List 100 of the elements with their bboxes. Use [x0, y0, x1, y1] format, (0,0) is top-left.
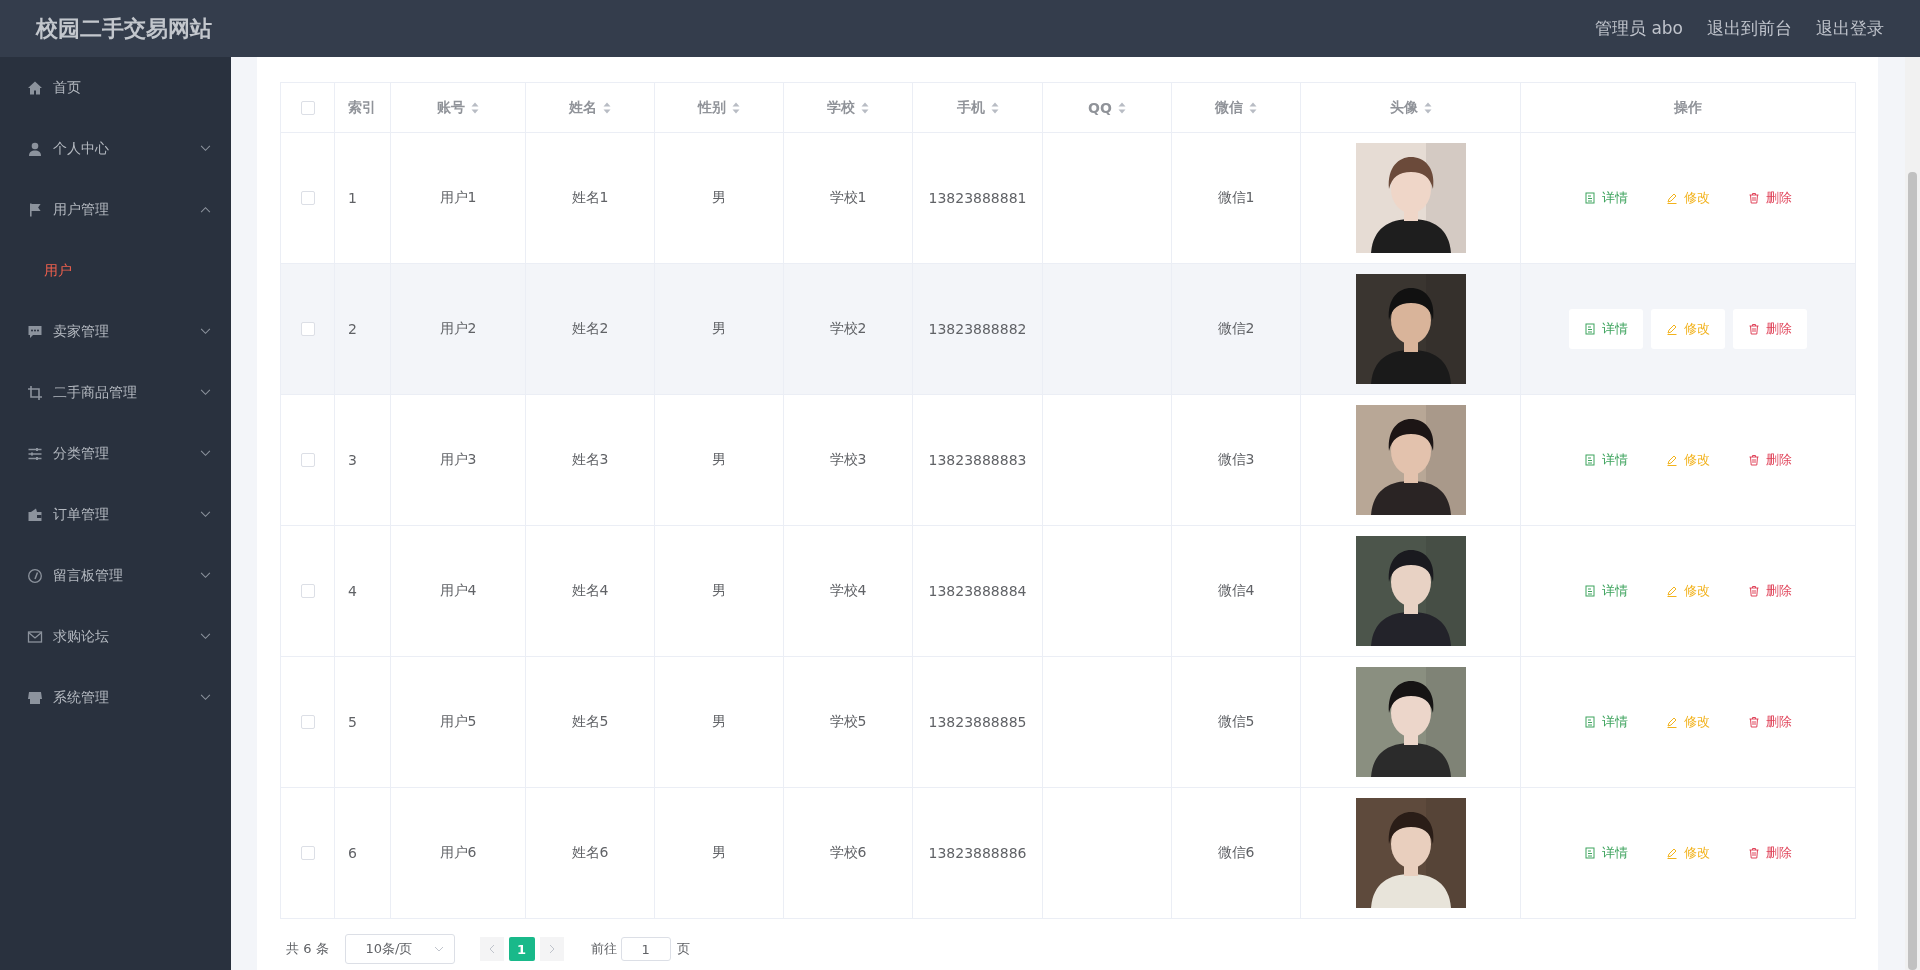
table-cell: 微信2 [1217, 320, 1255, 338]
table-cell: 1 [348, 190, 357, 206]
gauge-icon [27, 567, 43, 584]
menu-label: 留言板管理 [53, 566, 124, 585]
mail-icon [27, 628, 43, 645]
table-cell: 学校4 [829, 582, 867, 600]
menu-label: 卖家管理 [53, 322, 110, 341]
pencil-icon [1666, 192, 1678, 204]
table-cell: 用户4 [439, 582, 477, 600]
sliders-icon [27, 445, 43, 462]
chevron-down-icon [200, 633, 211, 640]
flag-icon [27, 201, 43, 218]
goto-label: 前往 [590, 940, 617, 958]
table-row[interactable]: 6 用户6 姓名6 男 学校6 13823888886 微信6 详情 修改 删除 [281, 787, 1855, 918]
checkbox[interactable] [300, 453, 315, 467]
detail-button[interactable]: 详情 [1569, 702, 1643, 742]
home-icon [27, 79, 43, 96]
menu-item[interactable]: 订单管理 [0, 484, 231, 545]
table-row[interactable]: 5 用户5 姓名5 男 学校5 13823888885 微信5 详情 修改 删除 [281, 656, 1855, 787]
menu-item[interactable]: 求购论坛 [0, 606, 231, 667]
sort-icon [603, 101, 611, 114]
menu-item[interactable]: 首页 [0, 57, 231, 118]
table-row[interactable]: 2 用户2 姓名2 男 学校2 13823888882 微信2 详情 修改 删除 [281, 263, 1855, 394]
detail-button[interactable]: 详情 [1569, 178, 1643, 218]
column-header[interactable]: 性别 [655, 83, 784, 132]
table-cell: 姓名3 [571, 451, 609, 469]
table-cell: 微信3 [1217, 451, 1255, 469]
scrollbar[interactable] [1905, 57, 1920, 970]
checkbox[interactable] [300, 715, 315, 729]
delete-button[interactable]: 删除 [1733, 571, 1807, 611]
column-header[interactable]: 手机 [913, 83, 1043, 132]
table-cell: 4 [348, 583, 357, 599]
header-link[interactable]: 退出到前台 [1707, 17, 1792, 40]
column-header[interactable]: 学校 [784, 83, 913, 132]
table-cell: 6 [348, 845, 357, 861]
table-cell: 用户6 [439, 844, 477, 862]
menu-item[interactable]: 卖家管理 [0, 301, 231, 362]
menu-item[interactable]: 留言板管理 [0, 545, 231, 606]
column-header[interactable]: 姓名 [526, 83, 655, 132]
menu-item[interactable]: 用户管理 [0, 179, 231, 240]
table-cell: 男 [712, 713, 726, 731]
table-cell: 男 [712, 189, 726, 207]
checkbox[interactable] [300, 846, 315, 860]
detail-button[interactable]: 详情 [1569, 571, 1643, 611]
table-cell: 姓名6 [571, 844, 609, 862]
checkbox[interactable] [300, 100, 315, 115]
table-cell: 学校5 [829, 713, 867, 731]
chevron-down-icon [433, 946, 444, 952]
table-cell: 学校6 [829, 844, 867, 862]
delete-button[interactable]: 删除 [1733, 178, 1807, 218]
page-size-select[interactable]: 10条/页 [344, 934, 455, 964]
page-input[interactable]: 1 [620, 937, 671, 961]
submenu-item[interactable]: 用户 [0, 240, 231, 301]
menu-label: 分类管理 [53, 444, 110, 463]
column-header[interactable]: 微信 [1172, 83, 1301, 132]
table-cell: 男 [712, 844, 726, 862]
chevron-left-icon [488, 944, 495, 954]
delete-button[interactable]: 删除 [1733, 309, 1807, 349]
delete-button[interactable]: 删除 [1733, 702, 1807, 742]
header-link[interactable]: 管理员 abo [1595, 17, 1683, 40]
chevron-down-icon [200, 694, 211, 701]
table-row[interactable]: 4 用户4 姓名4 男 学校4 13823888884 微信4 详情 修改 删除 [281, 525, 1855, 656]
table-cell: 微信1 [1217, 189, 1255, 207]
column-header[interactable]: QQ [1043, 83, 1172, 132]
sort-icon [471, 101, 479, 114]
page-number-button[interactable]: 1 [508, 937, 535, 961]
document-icon [1584, 716, 1596, 728]
checkbox[interactable] [300, 191, 315, 205]
table-cell: 微信4 [1217, 582, 1255, 600]
sort-icon [990, 101, 999, 114]
column-header[interactable]: 账号 [391, 83, 526, 132]
table-row[interactable]: 1 用户1 姓名1 男 学校1 13823888881 微信1 详情 修改 删除 [281, 132, 1855, 263]
chevron-up-icon [200, 206, 211, 213]
wallet-icon [27, 506, 43, 523]
table-cell: 13823888882 [928, 321, 1027, 337]
table-cell: 2 [348, 321, 357, 337]
sort-icon [732, 101, 740, 114]
document-icon [1584, 192, 1596, 204]
document-icon [1584, 585, 1596, 597]
detail-button[interactable]: 详情 [1569, 440, 1643, 480]
detail-button[interactable]: 详情 [1569, 833, 1643, 873]
table-cell: 用户1 [439, 189, 477, 207]
menu-item[interactable]: 系统管理 [0, 667, 231, 728]
table-cell: 用户2 [439, 320, 477, 338]
table-row[interactable]: 3 用户3 姓名3 男 学校3 13823888883 微信3 详情 修改 删除 [281, 394, 1855, 525]
table-cell: 男 [712, 582, 726, 600]
chevron-down-icon [200, 389, 211, 396]
document-icon [1584, 454, 1596, 466]
pencil-icon [1666, 716, 1678, 728]
detail-button[interactable]: 详情 [1569, 309, 1643, 349]
menu-item[interactable]: 分类管理 [0, 423, 231, 484]
delete-button[interactable]: 删除 [1733, 440, 1807, 480]
menu-item[interactable]: 二手商品管理 [0, 362, 231, 423]
trash-icon [1748, 192, 1760, 204]
delete-button[interactable]: 删除 [1733, 833, 1807, 873]
checkbox[interactable] [300, 584, 315, 598]
header-link[interactable]: 退出登录 [1816, 17, 1884, 40]
column-header[interactable]: 头像 [1301, 83, 1521, 132]
checkbox[interactable] [300, 322, 315, 336]
menu-item[interactable]: 个人中心 [0, 118, 231, 179]
